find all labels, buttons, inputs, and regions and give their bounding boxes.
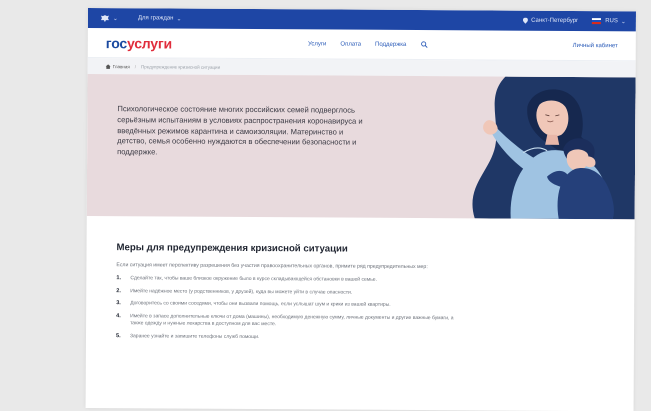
logo-part-uslugi: услуги [126,34,173,52]
list-item-text: Имейте в запасе дополнительные ключи от … [130,313,454,328]
location-pin-icon [523,17,529,24]
page: ⌄ Для граждан ⌄ Санкт-Петербург RUS ⌄ го… [85,8,636,411]
flag-icon [592,18,602,25]
main-nav: Услуги Оплата Поддержка [308,40,428,48]
breadcrumb-home[interactable]: Главная [113,64,130,69]
section-intro: Если ситуация имеет перспективу разрешен… [116,262,428,271]
list-item-text: Заранее узнайте и запишите телефоны служ… [129,333,260,341]
list-item: 5. Заранее узнайте и запишите телефоны с… [116,333,464,343]
list-item: 3. Договоритесь со своими соседями, чтоб… [116,300,464,310]
hero-text: Психологическое состояние многих российс… [117,104,363,157]
list-item-number: 4. [116,312,121,319]
emblem-icon[interactable] [100,14,110,23]
breadcrumb-separator: / [134,63,137,69]
nav-item-support[interactable]: Поддержка [375,41,406,47]
list-item-number: 3. [116,300,121,307]
list-item-number: 1. [116,275,122,282]
location-label: Санкт-Петербург [531,17,579,24]
chevron-down-icon: ⌄ [620,18,626,25]
language-label: RUS [605,18,618,25]
content-section: Меры для предупреждения кризисной ситуац… [86,216,635,344]
language-selector[interactable]: RUS ⌄ [592,18,626,25]
search-icon[interactable] [420,41,428,48]
topbar-right: Санкт-Петербург RUS ⌄ [523,17,626,25]
list-item-text: Договоритесь со своими соседями, чтобы о… [130,300,391,309]
list-item-number: 2. [116,287,121,294]
chevron-down-icon: ⌄ [176,16,182,23]
personal-cabinet-link[interactable]: Личный кабинет [573,42,618,48]
list-item-number: 5. [115,333,121,340]
mother-child-illustration [472,76,636,220]
list-item: 4. Имейте в запасе дополнительные ключи … [116,313,464,330]
steps-list: 1. Сделайте так, чтобы ваше близкое окру… [116,275,604,344]
breadcrumb-current: Предупреждение кризисной ситуации [141,63,221,70]
list-item-text: Сделайте так, чтобы ваше близкое окружен… [130,275,378,283]
nav-item-services[interactable]: Услуги [308,41,326,47]
chevron-down-icon[interactable]: ⌄ [113,15,118,22]
nav-item-payment[interactable]: Оплата [340,41,361,47]
logo-part-gos: гос [105,34,128,51]
audience-label: Для граждан [137,15,174,22]
home-icon [105,63,111,69]
location-selector[interactable]: Санкт-Петербург [523,17,579,24]
section-title: Меры для предупреждения кризисной ситуац… [116,242,348,255]
list-item: 2. Имейте надёжное место (у родственнико… [116,288,464,298]
hero-banner: Психологическое состояние многих российс… [86,73,636,220]
gosuslugi-logo[interactable]: госуслуги [106,35,172,51]
list-item: 1. Сделайте так, чтобы ваше близкое окру… [116,275,464,285]
site-header: госуслуги Услуги Оплата Поддержка Личный… [87,27,636,62]
audience-selector[interactable]: Для граждан ⌄ [138,15,182,22]
list-item-text: Имейте надёжное место (у родственников, … [130,287,353,296]
